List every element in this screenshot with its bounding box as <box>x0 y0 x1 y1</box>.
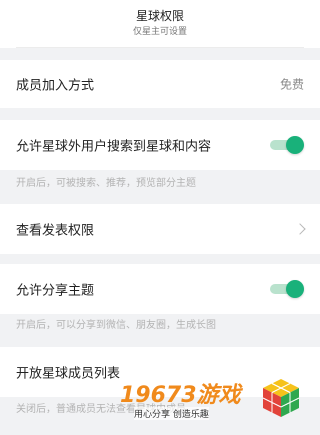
allow-search-label: 允许星球外用户搜索到星球和内容 <box>16 139 212 155</box>
join-method-label: 成员加入方式 <box>16 78 95 94</box>
page-subtitle: 仅星主可设置 <box>132 27 187 37</box>
watermark-title: 19673游戏 <box>120 383 241 408</box>
toggle-knob <box>286 280 304 298</box>
post-permission-row[interactable]: 查看发表权限 <box>0 204 320 254</box>
toggle-knob <box>286 136 304 154</box>
cube-logo-icon <box>262 379 300 417</box>
page-title: 星球权限 <box>135 9 184 23</box>
chevron-right-icon <box>294 223 306 235</box>
join-method-value: 免费 <box>279 77 304 92</box>
post-permission-label: 查看发表权限 <box>16 223 95 239</box>
open-member-list-label: 开放星球成员列表 <box>16 366 121 382</box>
site-watermark: 19673游戏 用心分享 创造乐趣 <box>120 371 302 427</box>
allow-share-row: 允许分享主题 <box>0 264 320 314</box>
allow-share-label: 允许分享主题 <box>16 283 95 299</box>
watermark-slogan: 用心分享 创造乐趣 <box>134 407 209 420</box>
allow-share-hint: 开启后，可以分享到微信、朋友圈，生成长图 <box>16 320 216 331</box>
allow-search-toggle[interactable] <box>270 136 304 154</box>
header-divider <box>16 47 304 48</box>
join-method-row[interactable]: 成员加入方式 免费 <box>0 60 320 108</box>
allow-share-toggle[interactable] <box>270 280 304 298</box>
allow-search-row: 允许星球外用户搜索到星球和内容 <box>0 120 320 170</box>
header: 星球权限 仅星主可设置 <box>0 0 320 48</box>
allow-search-hint: 开启后，可被搜索、推荐，预览部分主题 <box>16 178 196 189</box>
